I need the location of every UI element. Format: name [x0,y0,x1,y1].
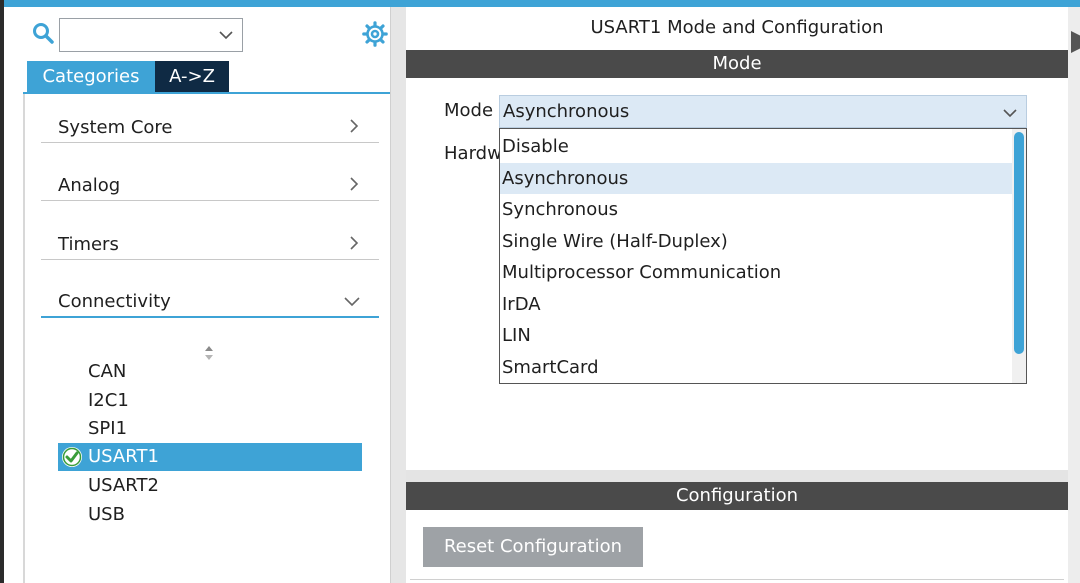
category-label: System Core [58,117,173,138]
peripheral-item-can[interactable]: CAN [58,358,362,386]
hardware-flow-control-label: Hardw [444,143,502,164]
page-title: USART1 Mode and Configuration [590,17,884,38]
mode-dropdown-list: Disable Asynchronous Synchronous Single … [499,128,1027,384]
dropdown-scrollbar[interactable] [1012,129,1026,383]
mode-configuration-pane: USART1 Mode and Configuration Mode Mode … [406,7,1068,583]
chevron-right-icon [350,119,359,133]
chevron-down-icon [344,297,360,307]
mode-select-value: Asynchronous [503,101,630,122]
window-top-accent [0,0,1080,7]
peripheral-item-usart1[interactable]: USART1 [58,443,362,471]
category-label: Connectivity [58,291,171,312]
category-timers[interactable]: Timers [41,202,379,260]
peripheral-label: USART2 [88,475,159,496]
peripheral-label: USART1 [88,446,159,467]
peripheral-label: SPI1 [88,418,128,439]
mode-section-header: Mode [406,50,1068,78]
category-connectivity[interactable]: Connectivity [41,260,379,318]
peripheral-item-spi1[interactable]: SPI1 [58,415,362,443]
chevron-down-icon[interactable] [1002,105,1018,121]
chevron-right-icon [350,236,359,250]
peripheral-item-i2c1[interactable]: I2C1 [58,387,362,415]
mode-option-irda[interactable]: IrDA [500,289,1012,320]
mode-label: Mode [444,100,494,121]
chevron-down-icon[interactable] [218,27,234,43]
gear-icon[interactable] [362,21,388,47]
category-analog[interactable]: Analog [41,143,379,201]
category-system-core[interactable]: System Core [41,85,379,143]
peripheral-label: USB [88,504,125,525]
peripheral-label: I2C1 [88,390,129,411]
pane-splitter[interactable] [390,7,406,583]
search-icon[interactable] [31,21,55,45]
config-table-edge [410,579,1064,583]
mode-option-lin[interactable]: LIN [500,320,1012,351]
dropdown-scroll-thumb[interactable] [1014,132,1024,354]
categories-pane: Categories A->Z System Core Analog Timer… [4,7,395,583]
mode-option-smartcard[interactable]: SmartCard [500,352,1012,383]
mode-option-asynchronous[interactable]: Asynchronous [500,163,1012,194]
mode-option-disable[interactable]: Disable [500,131,1012,162]
collapse-handle-icon[interactable] [1071,31,1080,53]
mode-option-multiprocessor[interactable]: Multiprocessor Communication [500,257,1012,288]
peripheral-item-usb[interactable]: USB [58,501,362,529]
configuration-section-header: Configuration [406,482,1068,510]
reset-configuration-button[interactable]: Reset Configuration [423,527,643,567]
category-label: Analog [58,175,121,196]
search-input[interactable] [59,18,243,52]
mode-option-synchronous[interactable]: Synchronous [500,194,1012,225]
category-label: Timers [58,234,119,255]
check-circle-icon [62,447,82,467]
mode-option-single-wire[interactable]: Single Wire (Half-Duplex) [500,226,1012,257]
right-pane-edge [1068,7,1080,583]
chevron-right-icon [350,177,359,191]
peripheral-item-usart2[interactable]: USART2 [58,472,362,500]
peripheral-label: CAN [88,361,127,382]
mode-select[interactable]: Asynchronous [499,95,1027,128]
section-divider[interactable] [406,470,1068,482]
